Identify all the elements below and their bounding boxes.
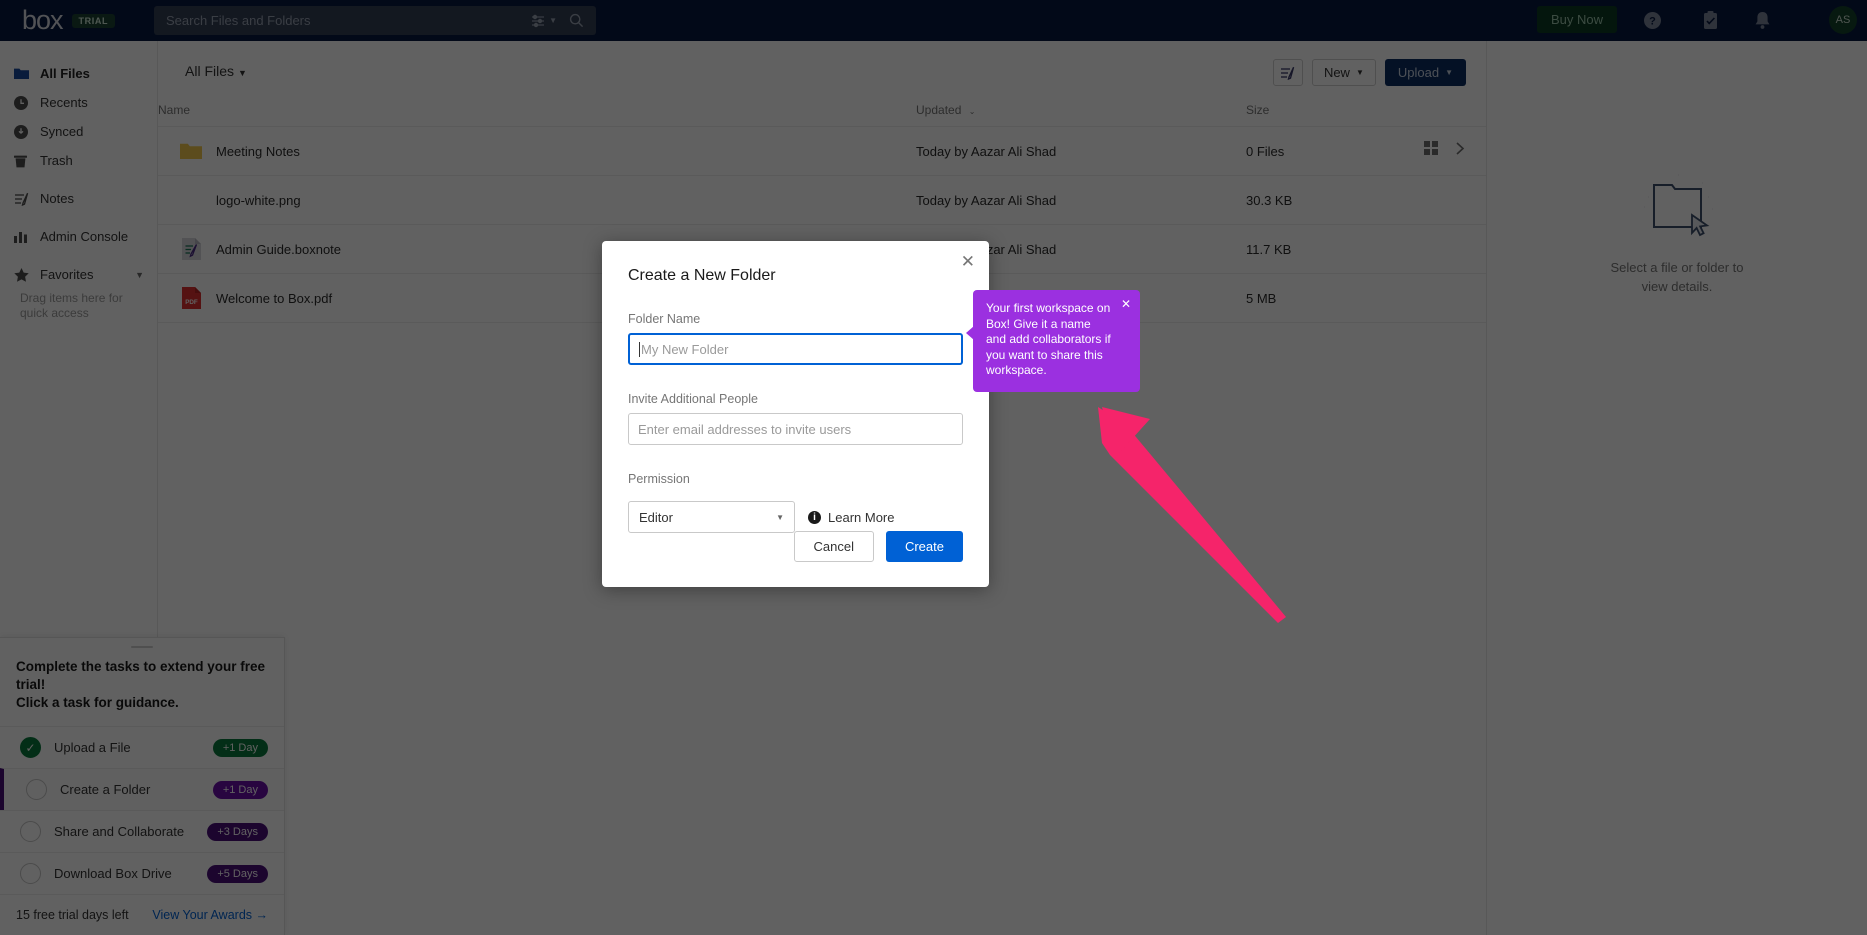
chevron-down-icon: ▼ — [776, 513, 784, 522]
invite-people-label: Invite Additional People — [602, 365, 989, 413]
folder-name-label: Folder Name — [602, 285, 989, 333]
close-icon[interactable]: ✕ — [961, 253, 975, 270]
create-button[interactable]: Create — [886, 531, 963, 562]
permission-value: Editor — [639, 510, 673, 525]
learn-more-label: Learn More — [828, 510, 894, 525]
invite-people-placeholder: Enter email addresses to invite users — [638, 422, 851, 437]
permission-label: Permission — [602, 445, 989, 493]
folder-name-placeholder: My New Folder — [641, 342, 728, 357]
tooltip-arrow-icon — [966, 326, 974, 340]
tooltip-text: Your first workspace on Box! Give it a n… — [986, 301, 1114, 379]
learn-more-link[interactable]: i Learn More — [808, 510, 894, 525]
box-app-window: box TRIAL Search Files and Folders ▼ — [0, 0, 1867, 935]
permission-select[interactable]: Editor ▼ — [628, 501, 795, 533]
cancel-button[interactable]: Cancel — [794, 531, 874, 562]
modal-title: Create a New Folder — [602, 241, 989, 285]
invite-people-input[interactable]: Enter email addresses to invite users — [628, 413, 963, 445]
folder-name-input[interactable]: My New Folder — [628, 333, 963, 365]
close-icon[interactable]: ✕ — [1121, 298, 1131, 310]
text-caret — [639, 342, 640, 357]
permission-row: Editor ▼ i Learn More — [602, 501, 989, 533]
info-icon: i — [808, 511, 821, 524]
onboarding-tooltip: ✕ Your first workspace on Box! Give it a… — [973, 290, 1140, 392]
modal-actions: Cancel Create — [794, 531, 964, 562]
create-folder-modal: ✕ Create a New Folder Folder Name My New… — [602, 241, 989, 587]
